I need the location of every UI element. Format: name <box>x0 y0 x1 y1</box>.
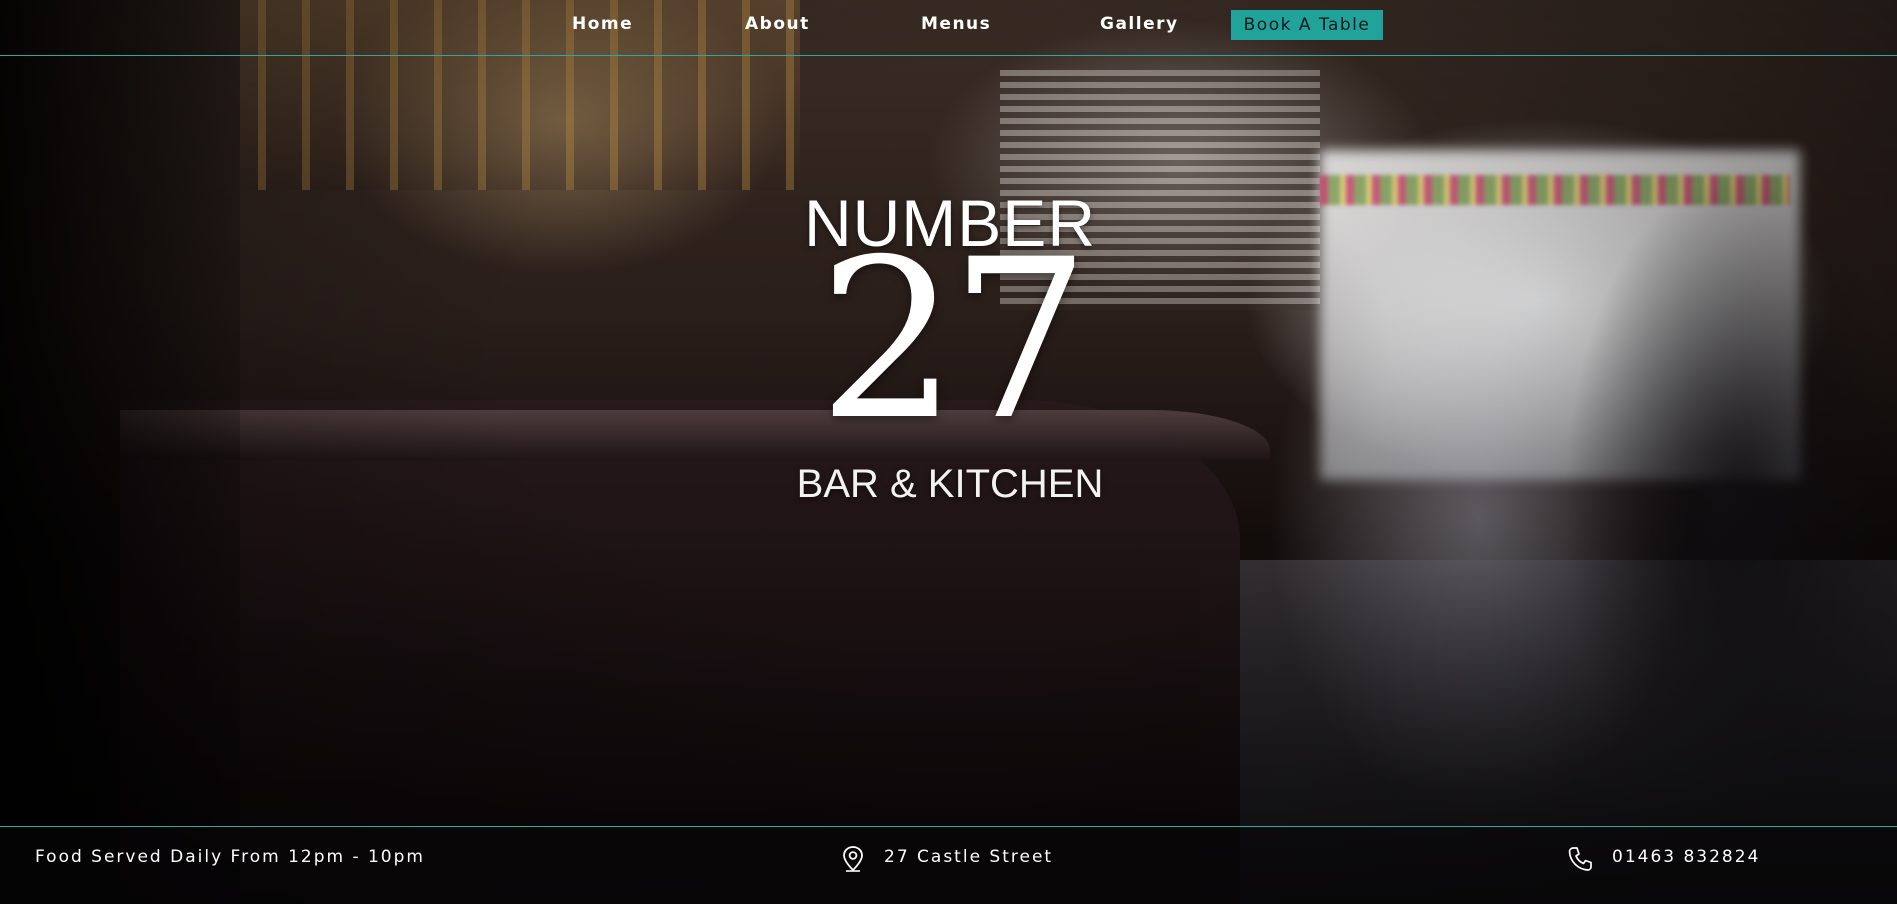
nav-about-link[interactable]: About <box>745 14 810 34</box>
window-light-image <box>1320 150 1800 480</box>
patron-figure-image <box>1560 130 1897 904</box>
book-a-table-button[interactable]: Book A Table <box>1231 10 1383 40</box>
main-nav: Home About Menus Gallery Book A Table <box>0 10 1897 42</box>
info-bar: Food Served Daily From 12pm - 10pm 27 Ca… <box>0 826 1897 904</box>
nav-gallery-link[interactable]: Gallery <box>1100 14 1179 34</box>
hero-background: Home About Menus Gallery Book A Table NU… <box>0 0 1897 904</box>
top-navigation-bar: Home About Menus Gallery Book A Table <box>0 0 1897 56</box>
map-pin-icon <box>840 845 866 873</box>
nav-home-link[interactable]: Home <box>572 14 633 34</box>
nav-menus-link[interactable]: Menus <box>921 14 991 34</box>
opening-hours-text: Food Served Daily From 12pm - 10pm <box>35 847 425 867</box>
flower-garland-image <box>1320 175 1790 205</box>
logo-27-text: 27 <box>818 212 1090 468</box>
phone-number-text: 01463 832824 <box>1612 847 1761 867</box>
brand-logo: NUMBER 27 BAR & KITCHEN <box>795 190 1105 520</box>
left-shadow <box>0 0 240 904</box>
address-text: 27 Castle Street <box>884 847 1054 867</box>
logo-bar-kitchen-text: BAR & KITCHEN <box>796 462 1104 506</box>
phone-icon <box>1567 845 1593 873</box>
